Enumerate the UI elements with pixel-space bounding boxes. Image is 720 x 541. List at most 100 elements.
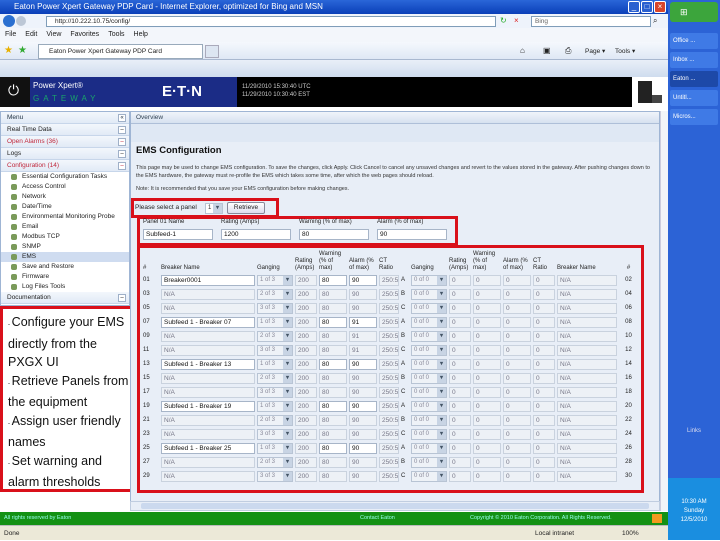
alarm-input[interactable]: 0 xyxy=(503,372,531,384)
ct-ratio-input[interactable]: 250:5 xyxy=(379,442,399,454)
breaker-name-input[interactable]: N/A xyxy=(557,442,617,454)
alarm-input[interactable]: 90 xyxy=(349,428,377,440)
feeds-icon[interactable]: ▣ xyxy=(543,46,551,55)
ganging-select[interactable]: 3 of 3 ▾ xyxy=(257,302,293,314)
rating-input[interactable]: 200 xyxy=(295,358,317,370)
breaker-name-input[interactable]: N/A xyxy=(557,358,617,370)
collapse-icon[interactable]: « xyxy=(118,114,126,122)
alarm-input[interactable]: 90 xyxy=(349,358,377,370)
tools-menu[interactable]: Tools ▾ xyxy=(615,47,635,55)
alarm-input[interactable]: 0 xyxy=(503,302,531,314)
rating-input[interactable]: 0 xyxy=(449,302,471,314)
rating-input[interactable]: 200 xyxy=(295,316,317,328)
maximize-button[interactable]: □ xyxy=(641,1,653,13)
breaker-name-input[interactable]: N/A xyxy=(557,470,617,482)
ganging-select[interactable]: 1 of 3 ▾ xyxy=(257,400,293,412)
ct-ratio-input[interactable]: 250:5 xyxy=(379,316,399,328)
ct-ratio-input[interactable]: 0 xyxy=(533,330,555,342)
sidebar-item-logs[interactable]: Logs – xyxy=(1,148,129,160)
breaker-name-input[interactable]: Subfeed 1 - Breaker 19 xyxy=(161,400,255,412)
print-icon[interactable]: ⎙ xyxy=(565,46,571,56)
ganging-select[interactable]: 0 of 0 ▾ xyxy=(411,302,447,314)
vertical-scrollbar[interactable] xyxy=(660,111,668,511)
panel-warning-input[interactable]: 80 xyxy=(299,229,369,240)
expand-icon[interactable]: – xyxy=(118,126,126,134)
rating-input[interactable]: 200 xyxy=(295,428,317,440)
warning-input[interactable]: 0 xyxy=(473,302,501,314)
warning-input[interactable]: 0 xyxy=(473,358,501,370)
warning-input[interactable]: 80 xyxy=(319,330,347,342)
panel-rating-input[interactable]: 1200 xyxy=(221,229,291,240)
warning-input[interactable]: 80 xyxy=(319,302,347,314)
ganging-select[interactable]: 0 of 0 ▾ xyxy=(411,316,447,328)
rating-input[interactable]: 200 xyxy=(295,274,317,286)
ganging-select[interactable]: 3 of 3 ▾ xyxy=(257,386,293,398)
breaker-name-input[interactable]: N/A xyxy=(557,330,617,342)
ganging-select[interactable]: 0 of 0 ▾ xyxy=(411,358,447,370)
clock-time[interactable]: 10:30 AM xyxy=(668,498,720,507)
rating-input[interactable]: 200 xyxy=(295,386,317,398)
ct-ratio-input[interactable]: 250:5 xyxy=(379,428,399,440)
alarm-input[interactable]: 90 xyxy=(349,442,377,454)
taskbar-item[interactable]: Office ... xyxy=(670,33,718,49)
alarm-input[interactable]: 0 xyxy=(503,288,531,300)
rating-input[interactable]: 0 xyxy=(449,386,471,398)
rating-input[interactable]: 0 xyxy=(449,330,471,342)
ganging-select[interactable]: 0 of 0 ▾ xyxy=(411,456,447,468)
rating-input[interactable]: 0 xyxy=(449,358,471,370)
ganging-select[interactable]: 0 of 0 ▾ xyxy=(411,274,447,286)
ganging-select[interactable]: 0 of 0 ▾ xyxy=(411,400,447,412)
alarm-input[interactable]: 90 xyxy=(349,414,377,426)
ct-ratio-input[interactable]: 250:5 xyxy=(379,470,399,482)
breaker-name-input[interactable]: N/A xyxy=(557,274,617,286)
ct-ratio-input[interactable]: 250:5 xyxy=(379,302,399,314)
rating-input[interactable]: 200 xyxy=(295,456,317,468)
warning-input[interactable]: 80 xyxy=(319,470,347,482)
rating-input[interactable]: 0 xyxy=(449,442,471,454)
ct-ratio-input[interactable]: 250:5 xyxy=(379,358,399,370)
rating-input[interactable]: 0 xyxy=(449,288,471,300)
alarm-input[interactable]: 0 xyxy=(503,274,531,286)
collapse-icon[interactable]: – xyxy=(118,162,126,170)
warning-input[interactable]: 0 xyxy=(473,442,501,454)
warning-input[interactable]: 80 xyxy=(319,414,347,426)
breaker-name-input[interactable]: N/A xyxy=(161,302,255,314)
alarm-input[interactable]: 90 xyxy=(349,456,377,468)
tree-item-environmental-monitoring-probe[interactable]: Environmental Monitoring Probe xyxy=(1,212,129,222)
warning-input[interactable]: 0 xyxy=(473,344,501,356)
breaker-name-input[interactable]: Subfeed 1 - Breaker 07 xyxy=(161,316,255,328)
warning-input[interactable]: 80 xyxy=(319,428,347,440)
warning-input[interactable]: 0 xyxy=(473,288,501,300)
warning-input[interactable]: 0 xyxy=(473,316,501,328)
expand-icon[interactable]: – xyxy=(118,150,126,158)
warning-input[interactable]: 0 xyxy=(473,414,501,426)
ct-ratio-input[interactable]: 0 xyxy=(533,470,555,482)
breaker-name-input[interactable]: N/A xyxy=(161,456,255,468)
alarm-input[interactable]: 90 xyxy=(349,386,377,398)
breaker-name-input[interactable]: N/A xyxy=(161,372,255,384)
ganging-select[interactable]: 0 of 0 ▾ xyxy=(411,330,447,342)
browser-tab[interactable]: Eaton Power Xpert Gateway PDP Card xyxy=(38,44,203,59)
rating-input[interactable]: 200 xyxy=(295,372,317,384)
alarm-input[interactable]: 90 xyxy=(349,288,377,300)
breaker-name-input[interactable]: N/A xyxy=(557,456,617,468)
warning-input[interactable]: 80 xyxy=(319,456,347,468)
alarm-input[interactable]: 0 xyxy=(503,414,531,426)
rating-input[interactable]: 0 xyxy=(449,316,471,328)
taskbar-item[interactable]: Inbox ... xyxy=(670,52,718,68)
alarm-input[interactable]: 91 xyxy=(349,316,377,328)
warning-input[interactable]: 80 xyxy=(319,386,347,398)
retrieve-button[interactable]: Retrieve xyxy=(227,202,265,214)
ct-ratio-input[interactable]: 0 xyxy=(533,358,555,370)
breaker-name-input[interactable]: N/A xyxy=(557,386,617,398)
ganging-select[interactable]: 3 of 3 ▾ xyxy=(257,470,293,482)
warning-input[interactable]: 80 xyxy=(319,400,347,412)
warning-input[interactable]: 80 xyxy=(319,316,347,328)
rating-input[interactable]: 200 xyxy=(295,344,317,356)
breaker-name-input[interactable]: N/A xyxy=(161,344,255,356)
breaker-name-input[interactable]: N/A xyxy=(161,428,255,440)
taskbar-item[interactable]: Micros... xyxy=(670,109,718,125)
alarm-input[interactable]: 90 xyxy=(349,372,377,384)
alarm-input[interactable]: 0 xyxy=(503,344,531,356)
ganging-select[interactable]: 2 of 3 ▾ xyxy=(257,330,293,342)
